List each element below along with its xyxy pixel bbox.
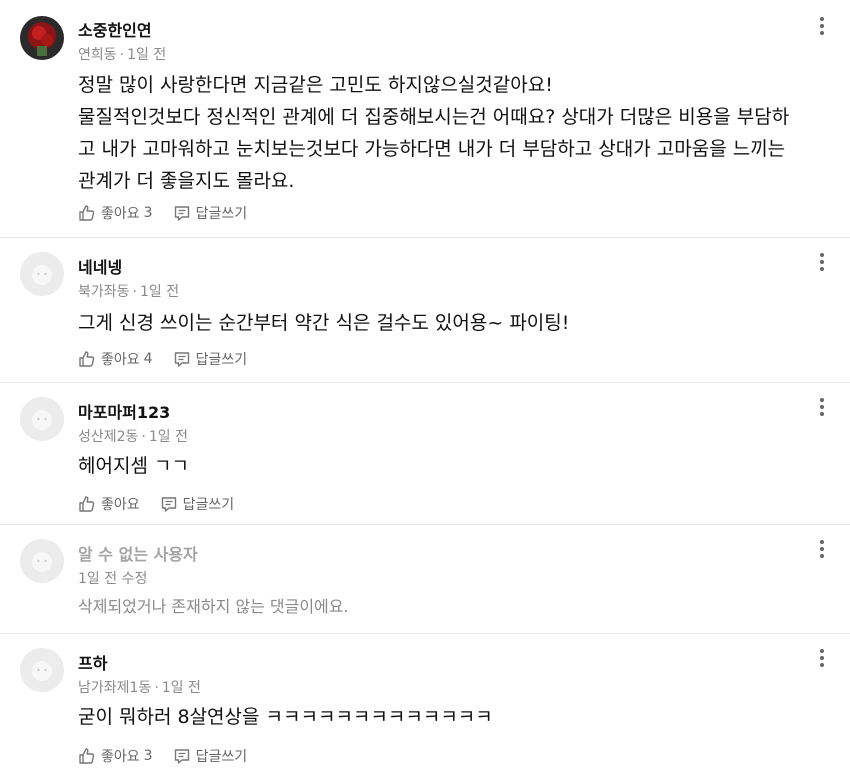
- comment-actions: 좋아요 3 답글쓰기: [78, 202, 247, 224]
- deleted-comment-notice: 삭제되었거나 존재하지 않는 댓글이에요.: [78, 597, 349, 616]
- comment-meta: 남가좌제1동 · 1일 전: [78, 677, 201, 697]
- comment-actions: 좋아요 4 답글쓰기: [78, 348, 247, 370]
- comment-item: 마포마퍼123 성산제2동 · 1일 전 헤어지셈 ㄱㄱ 좋아요 답글쓰기: [0, 383, 850, 525]
- reply-label: 답글쓰기: [182, 497, 235, 513]
- more-options-button[interactable]: [814, 250, 830, 274]
- thumbs-up-icon: [79, 748, 95, 764]
- comment-meta: 성산제2동 · 1일 전: [78, 426, 188, 446]
- location: 북가좌동: [78, 284, 130, 300]
- more-options-button[interactable]: [814, 646, 830, 670]
- location: 남가좌제1동: [78, 680, 152, 696]
- timestamp: 1일 전 수정: [78, 571, 148, 587]
- timestamp: 1일 전: [161, 680, 201, 696]
- comment-text: 헤어지셈 ㄱㄱ: [78, 450, 838, 482]
- comment-meta: 연희동 · 1일 전: [78, 44, 166, 64]
- reply-button[interactable]: 답글쓰기: [173, 203, 248, 223]
- comment-text-line: 고 내가 고마워하고 눈치보는것보다 가능하다면 내가 더 부담하고 상대가 고…: [78, 138, 786, 160]
- speech-bubble-icon: [174, 749, 189, 764]
- speech-bubble-icon: [174, 206, 189, 221]
- location: 성산제2동: [78, 429, 139, 445]
- like-label: 좋아요: [101, 352, 140, 368]
- comment-text-line: 관계가 더 좋을지도 몰라요.: [78, 170, 295, 192]
- like-count: 3: [143, 748, 153, 764]
- more-vertical-icon: [820, 540, 824, 558]
- comment-list: 소중한인연 연희동 · 1일 전 정말 많이 사랑한다면 지금같은 고민도 하지않으…: [0, 0, 850, 769]
- meta-separator: ·: [141, 429, 146, 445]
- profile-photo: [20, 16, 64, 60]
- default-profile-icon: [20, 539, 64, 583]
- like-label: 좋아요: [101, 206, 140, 222]
- like-button[interactable]: 좋아요 3: [78, 746, 153, 766]
- comment-meta: 1일 전 수정: [78, 568, 147, 588]
- timestamp: 1일 전: [148, 429, 189, 445]
- author-name[interactable]: 프하: [78, 650, 107, 674]
- speech-bubble-icon: [174, 352, 189, 367]
- comment-text: 굳이 뭐하러 8살연상을 ㅋㅋㅋㅋㅋㅋㅋㅋㅋㅋㅋㅋㅋ: [78, 701, 838, 733]
- comment-item: 프하 남가좌제1동 · 1일 전 굳이 뭐하러 8살연상을 ㅋㅋㅋㅋㅋㅋㅋㅋㅋㅋㅋㅋ…: [0, 634, 850, 769]
- author-name: 알 수 없는 사용자: [78, 545, 198, 564]
- speech-bubble-icon: [161, 497, 176, 512]
- reply-button[interactable]: 답글쓰기: [160, 494, 235, 514]
- comment-text-line: 정말 많이 사랑한다면 지금같은 고민도 하지않으실것같아요!: [78, 74, 553, 96]
- more-options-button[interactable]: [814, 537, 830, 561]
- avatar[interactable]: [20, 397, 64, 441]
- author-name[interactable]: 마포마퍼123: [78, 399, 170, 423]
- comment-text-line: 헤어지셈 ㄱㄱ: [78, 455, 189, 477]
- timestamp: 1일 전: [139, 284, 180, 300]
- more-options-button[interactable]: [814, 395, 830, 419]
- comment-actions: 좋아요 3 답글쓰기: [78, 745, 247, 767]
- like-button[interactable]: 좋아요 4: [78, 349, 153, 369]
- reply-label: 답글쓰기: [195, 749, 248, 765]
- avatar[interactable]: [20, 252, 64, 296]
- like-button[interactable]: 좋아요: [78, 494, 140, 514]
- more-vertical-icon: [820, 253, 824, 271]
- meta-separator: ·: [119, 47, 125, 63]
- default-profile-icon: [20, 397, 64, 441]
- comment-item: 소중한인연 연희동 · 1일 전 정말 많이 사랑한다면 지금같은 고민도 하지않으…: [0, 0, 850, 238]
- comment-item: 네네넹 북가좌동 · 1일 전 그게 신경 쓰이는 순간부터 약간 식은 걸수도 있…: [0, 238, 850, 383]
- default-profile-icon: [20, 252, 64, 296]
- comment-text: 정말 많이 사랑한다면 지금같은 고민도 하지않으실것같아요! 물질적인것보다 …: [78, 69, 838, 197]
- comment-actions: 좋아요 답글쓰기: [78, 493, 234, 515]
- author-name[interactable]: 소중한인연: [78, 17, 152, 41]
- thumbs-up-icon: [79, 496, 95, 512]
- thumbs-up-icon: [79, 351, 95, 367]
- comment-text-line: 굳이 뭐하러 8살연상을 ㅋㅋㅋㅋㅋㅋㅋㅋㅋㅋㅋㅋㅋ: [78, 706, 493, 728]
- more-vertical-icon: [820, 398, 824, 416]
- comment-text-line: 물질적인것보다 정신적인 관계에 더 집중해보시는건 어때요? 상대가 더많은 …: [78, 106, 790, 128]
- default-profile-icon: [20, 648, 64, 692]
- meta-separator: ·: [154, 680, 159, 696]
- reply-button[interactable]: 답글쓰기: [173, 349, 248, 369]
- comment-text: 그게 신경 쓰이는 순간부터 약간 식은 걸수도 있어용~ 파이팅!: [78, 307, 838, 339]
- thumbs-up-icon: [79, 205, 95, 221]
- author-name[interactable]: 네네넹: [78, 254, 122, 278]
- comment-text-line: 그게 신경 쓰이는 순간부터 약간 식은 걸수도 있어용~ 파이팅!: [78, 312, 570, 334]
- like-label: 좋아요: [101, 749, 140, 765]
- comment-meta: 북가좌동 · 1일 전: [78, 281, 179, 301]
- more-vertical-icon: [820, 17, 824, 35]
- like-button[interactable]: 좋아요 3: [78, 203, 153, 223]
- avatar: [20, 539, 64, 583]
- timestamp: 1일 전: [127, 47, 167, 63]
- location: 연희동: [78, 47, 117, 63]
- avatar[interactable]: [20, 648, 64, 692]
- avatar[interactable]: [20, 16, 64, 60]
- more-options-button[interactable]: [814, 14, 830, 38]
- reply-label: 답글쓰기: [195, 206, 248, 222]
- reply-label: 답글쓰기: [195, 352, 248, 368]
- more-vertical-icon: [820, 649, 824, 667]
- like-count: 3: [143, 205, 153, 221]
- comment-item-deleted: 알 수 없는 사용자 1일 전 수정 삭제되었거나 존재하지 않는 댓글이에요.: [0, 525, 850, 634]
- meta-separator: ·: [132, 284, 137, 300]
- like-label: 좋아요: [101, 497, 140, 513]
- like-count: 4: [143, 351, 153, 367]
- reply-button[interactable]: 답글쓰기: [173, 746, 248, 766]
